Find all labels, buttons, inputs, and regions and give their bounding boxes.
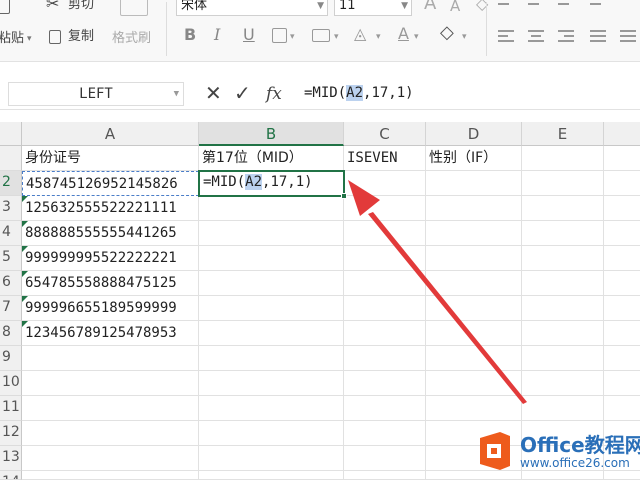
watermark-logo: Office教程网 www.office26.com (466, 426, 640, 480)
arrow-shaft (368, 212, 527, 404)
arrow-head (348, 180, 380, 216)
office-logo-icon (480, 432, 510, 470)
watermark-url: www.office26.com (520, 456, 630, 470)
watermark-title: Office教程网 (520, 433, 640, 457)
annotation-arrow (348, 180, 527, 404)
